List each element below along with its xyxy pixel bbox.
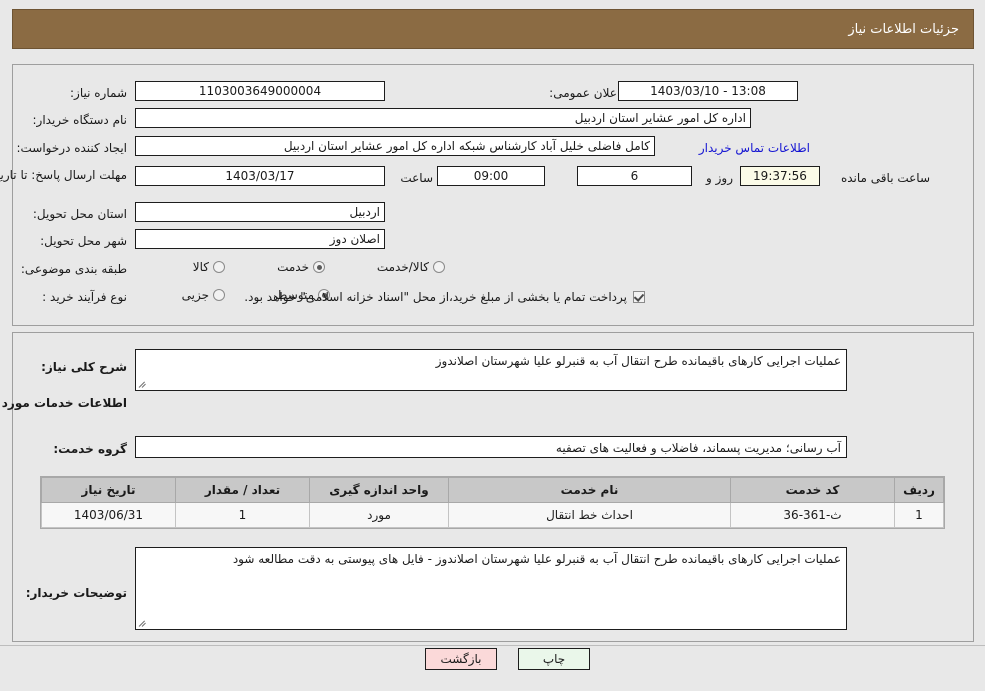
time-remaining-value: 19:37:56 xyxy=(740,166,820,186)
buyer-notes-value: عملیات اجرایی کارهای باقیمانده طرح انتقا… xyxy=(232,552,841,566)
category-option-kala[interactable]: کالا xyxy=(193,260,225,274)
days-word-label: روز و xyxy=(706,171,733,185)
days-remaining-value: 6 xyxy=(577,166,692,186)
col-radif: ردیف xyxy=(894,477,944,503)
announce-datetime-value: 13:08 - 1403/03/10 xyxy=(618,81,798,101)
treasury-note-text: پرداخت تمام یا بخشی از مبلغ خرید،از محل … xyxy=(244,290,627,304)
need-number-label: شماره نیاز: xyxy=(70,86,127,100)
col-need-date: تاریخ نیاز xyxy=(41,477,176,503)
province-value: اردبیل xyxy=(135,202,385,222)
service-group-value: آب رسانی؛ مدیریت پسماند، فاضلاب و فعالیت… xyxy=(555,441,841,455)
resize-grip-icon[interactable] xyxy=(138,379,148,389)
remaining-suffix-label: ساعت باقی مانده xyxy=(840,171,930,185)
province-label: استان محل تحویل: xyxy=(32,207,127,221)
buyer-org-label: نام دستگاه خریدار: xyxy=(32,113,128,127)
radio-kala-icon[interactable] xyxy=(213,261,225,273)
col-unit: واحد اندازه گیری xyxy=(309,477,449,503)
footer-divider xyxy=(0,645,985,646)
radio-kala-khedmat-icon[interactable] xyxy=(433,261,445,273)
category-option-khedmat[interactable]: خدمت xyxy=(277,260,325,274)
process-label: نوع فرآیند خرید : xyxy=(42,290,127,304)
summary-label: شرح کلی نیاز: xyxy=(41,360,127,374)
treasury-checkbox-icon[interactable] xyxy=(633,291,645,303)
page-title: جزئیات اطلاعات نیاز xyxy=(848,21,959,37)
table-row[interactable]: 1 ث-361-36 احداث خط انتقال مورد 1 1403/0… xyxy=(41,502,944,528)
treasury-note-row: پرداخت تمام یا بخشی از مبلغ خرید،از محل … xyxy=(244,290,645,304)
col-code: کد خدمت xyxy=(730,477,895,503)
need-number-value: 1103003649000004 xyxy=(135,81,385,101)
cell-need-date: 1403/06/31 xyxy=(41,502,176,528)
buyer-notes-label: توضیحات خریدار: xyxy=(25,586,127,600)
requester-label: ایجاد کننده درخواست: xyxy=(16,141,127,155)
category-option-khedmat-label: خدمت xyxy=(277,260,309,274)
page-header-bar: جزئیات اطلاعات نیاز xyxy=(12,9,974,49)
resize-grip-icon-2[interactable] xyxy=(138,618,148,628)
deadline-label: مهلت ارسال پاسخ: تا تاریخ: xyxy=(0,168,127,182)
category-option-kala-khedmat-label: کالا/خدمت xyxy=(376,260,429,274)
city-label: شهر محل تحویل: xyxy=(40,234,127,248)
process-option-jozei[interactable]: جزیی xyxy=(182,288,225,302)
summary-textarea[interactable]: عملیات اجرایی کارهای باقیمانده طرح انتقا… xyxy=(135,349,847,391)
buyer-org-value: اداره کل امور عشایر استان اردبیل xyxy=(135,108,751,128)
deadline-date-value: 1403/03/17 xyxy=(135,166,385,186)
page-root: AriaTender.net جزئیات اطلاعات نیاز شماره… xyxy=(0,0,985,691)
process-option-jozei-label: جزیی xyxy=(181,288,209,302)
col-name: نام خدمت xyxy=(448,477,731,503)
table-header-row: ردیف کد خدمت نام خدمت واحد اندازه گیری ت… xyxy=(41,477,944,503)
col-quantity: تعداد / مقدار xyxy=(175,477,310,503)
city-value: اصلان دوز xyxy=(135,229,385,249)
cell-name: احداث خط انتقال xyxy=(448,502,731,528)
services-table: ردیف کد خدمت نام خدمت واحد اندازه گیری ت… xyxy=(41,477,944,528)
summary-value: عملیات اجرایی کارهای باقیمانده طرح انتقا… xyxy=(435,354,841,368)
category-label: طبقه بندی موضوعی: xyxy=(20,262,127,276)
need-summary-panel xyxy=(12,64,974,326)
cell-unit: مورد xyxy=(309,502,449,528)
radio-jozei-icon[interactable] xyxy=(213,289,225,301)
category-option-kala-label: کالا xyxy=(192,260,209,274)
cell-code: ث-361-36 xyxy=(730,502,895,528)
services-heading: اطلاعات خدمات مورد نیاز xyxy=(0,396,127,410)
radio-khedmat-icon[interactable] xyxy=(313,261,325,273)
cell-radif: 1 xyxy=(894,502,944,528)
cell-quantity: 1 xyxy=(175,502,310,528)
service-group-label: گروه خدمت: xyxy=(53,442,127,456)
buyer-notes-textarea[interactable]: عملیات اجرایی کارهای باقیمانده طرح انتقا… xyxy=(135,547,847,630)
buyer-contact-link[interactable]: اطلاعات تماس خریدار xyxy=(699,141,810,155)
hour-label: ساعت xyxy=(400,171,433,185)
requester-value: کامل فاضلی خلیل آباد کارشناس شبکه اداره … xyxy=(135,136,655,156)
deadline-time-value: 09:00 xyxy=(437,166,545,186)
back-button[interactable]: بازگشت xyxy=(425,648,497,670)
services-table-wrap: ردیف کد خدمت نام خدمت واحد اندازه گیری ت… xyxy=(40,476,945,529)
print-button[interactable]: چاپ xyxy=(518,648,590,670)
service-group-value-box: آب رسانی؛ مدیریت پسماند، فاضلاب و فعالیت… xyxy=(135,436,847,458)
category-option-kala-khedmat[interactable]: کالا/خدمت xyxy=(377,260,445,274)
